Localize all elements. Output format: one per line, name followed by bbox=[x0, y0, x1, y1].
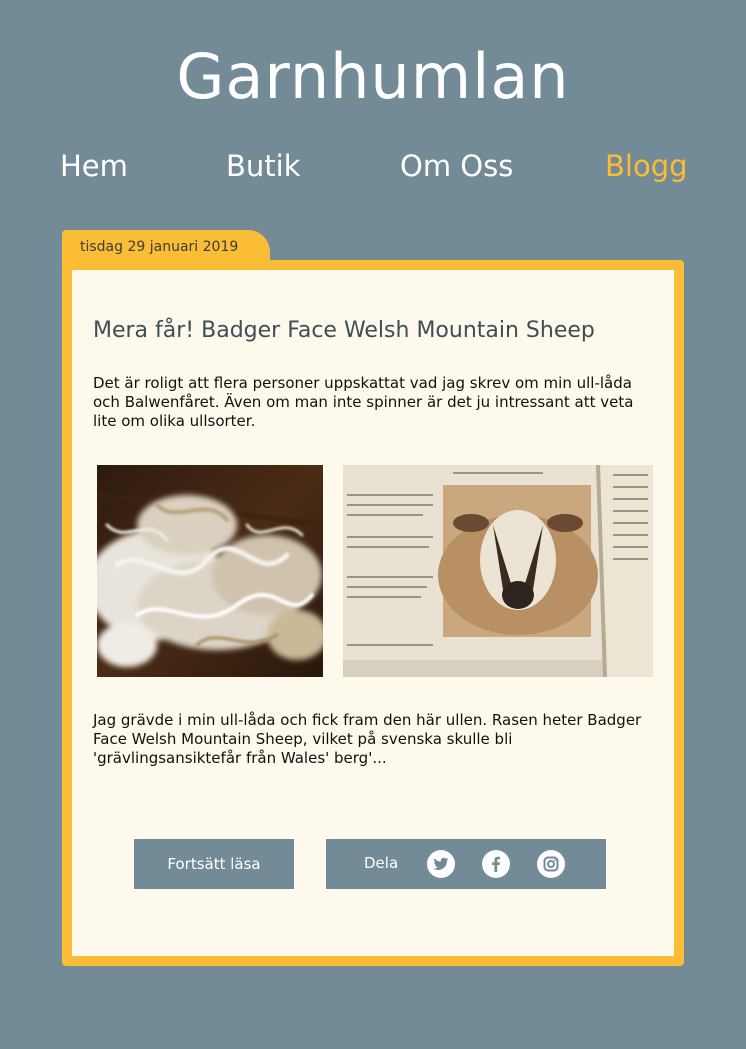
share-box: Dela bbox=[326, 839, 606, 889]
nav-item-om-oss[interactable]: Om Oss bbox=[400, 148, 513, 184]
site-title: Garnhumlan bbox=[176, 40, 570, 113]
share-label: Dela bbox=[364, 854, 399, 872]
post-title[interactable]: Mera får! Badger Face Welsh Mountain She… bbox=[93, 318, 595, 343]
twitter-icon[interactable] bbox=[426, 849, 456, 879]
nav-item-butik[interactable]: Butik bbox=[226, 148, 301, 184]
facebook-icon[interactable] bbox=[481, 849, 511, 879]
post-card: Mera får! Badger Face Welsh Mountain She… bbox=[72, 270, 674, 956]
post-date: tisdag 29 januari 2019 bbox=[80, 239, 239, 255]
post-body: Jag grävde i min ull-låda och fick fram … bbox=[93, 711, 642, 767]
post-intro: Det är roligt att flera personer uppskat… bbox=[93, 374, 634, 430]
wool-photo bbox=[97, 465, 323, 677]
main-nav: Hem Butik Om Oss Blogg bbox=[0, 148, 746, 188]
instagram-icon[interactable] bbox=[536, 849, 566, 879]
nav-item-hem[interactable]: Hem bbox=[60, 148, 128, 184]
book-photo bbox=[343, 465, 653, 677]
nav-item-blogg[interactable]: Blogg bbox=[605, 148, 688, 184]
read-more-button[interactable]: Fortsätt läsa bbox=[134, 839, 294, 889]
